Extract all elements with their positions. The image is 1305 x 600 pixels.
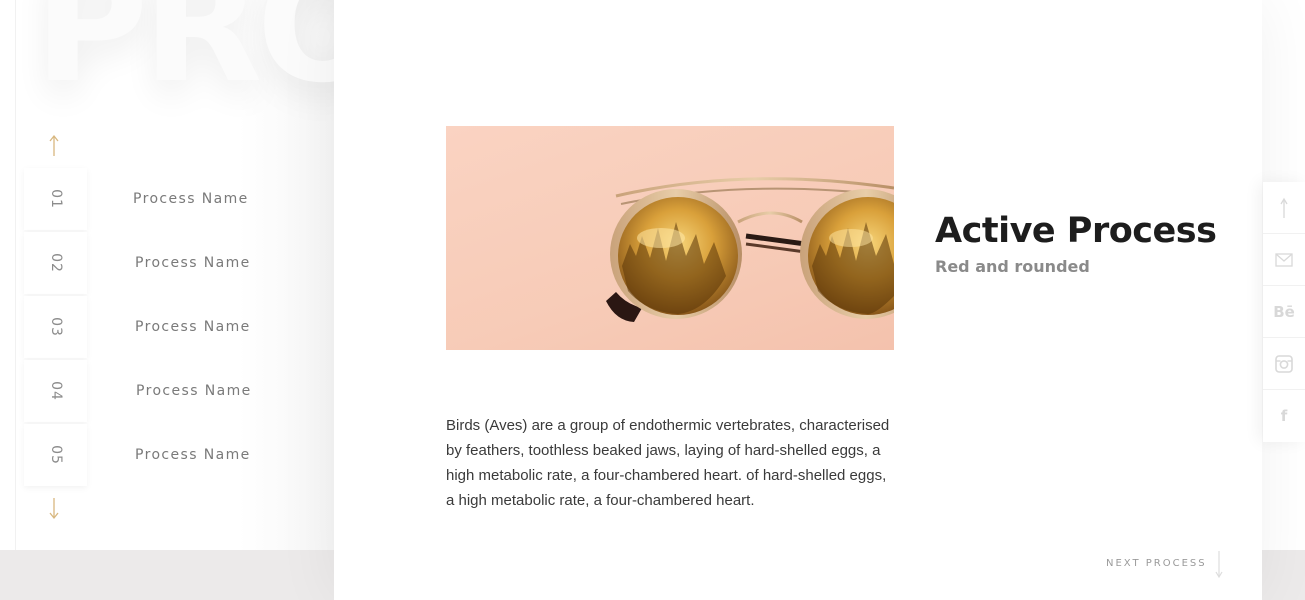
process-number-box[interactable]: 05 xyxy=(24,424,87,486)
left-divider xyxy=(15,0,16,550)
mail-button[interactable] xyxy=(1263,234,1305,286)
active-process-description: Birds (Aves) are a group of endothermic … xyxy=(446,417,890,509)
process-number: 01 xyxy=(47,189,64,209)
process-number: 04 xyxy=(47,381,64,401)
process-item-03[interactable]: 03 Process Name xyxy=(24,296,324,360)
next-process-link[interactable]: NEXT PROCESS xyxy=(1106,558,1207,569)
process-name[interactable]: Process Name xyxy=(135,447,251,463)
arrow-down-icon[interactable] xyxy=(44,496,64,520)
process-number: 03 xyxy=(47,317,64,337)
process-list: 01 Process Name 02 Process Name 03 Proce… xyxy=(24,168,324,488)
share-button[interactable] xyxy=(1263,182,1305,234)
mail-icon xyxy=(1275,252,1293,267)
arrow-up-icon xyxy=(1280,197,1288,218)
active-process-subtitle: Red and rounded xyxy=(935,257,1090,276)
sunglasses-illustration xyxy=(606,177,894,322)
behance-button[interactable]: Bē xyxy=(1263,286,1305,338)
process-number-box[interactable]: 03 xyxy=(24,296,87,358)
process-number-box[interactable]: 04 xyxy=(24,360,87,422)
process-name[interactable]: Process Name xyxy=(135,319,251,335)
process-item-04[interactable]: 04 Process Name xyxy=(24,360,324,424)
facebook-icon: f xyxy=(1280,407,1288,425)
page: PROCESS 01 Process Name 02 Process Name … xyxy=(0,0,1305,600)
process-item-02[interactable]: 02 Process Name xyxy=(24,232,324,296)
process-image xyxy=(446,126,894,350)
process-item-05[interactable]: 05 Process Name xyxy=(24,424,324,488)
process-name[interactable]: Process Name xyxy=(133,191,249,207)
process-number: 05 xyxy=(47,445,64,465)
facebook-button[interactable]: f xyxy=(1263,390,1305,442)
process-number: 02 xyxy=(47,253,64,273)
process-name[interactable]: Process Name xyxy=(135,255,251,271)
instagram-icon xyxy=(1275,354,1293,373)
social-bar: Bē f xyxy=(1263,182,1305,442)
behance-icon: Bē xyxy=(1273,302,1295,321)
arrow-up-icon[interactable] xyxy=(44,134,64,158)
arrow-down-icon[interactable] xyxy=(1212,549,1226,579)
process-name[interactable]: Process Name xyxy=(136,383,252,399)
process-item-01[interactable]: 01 Process Name xyxy=(24,168,324,232)
process-number-box[interactable]: 02 xyxy=(24,232,87,294)
instagram-button[interactable] xyxy=(1263,338,1305,390)
active-process-title: Active Process xyxy=(935,211,1217,251)
process-number-box[interactable]: 01 xyxy=(24,168,87,230)
